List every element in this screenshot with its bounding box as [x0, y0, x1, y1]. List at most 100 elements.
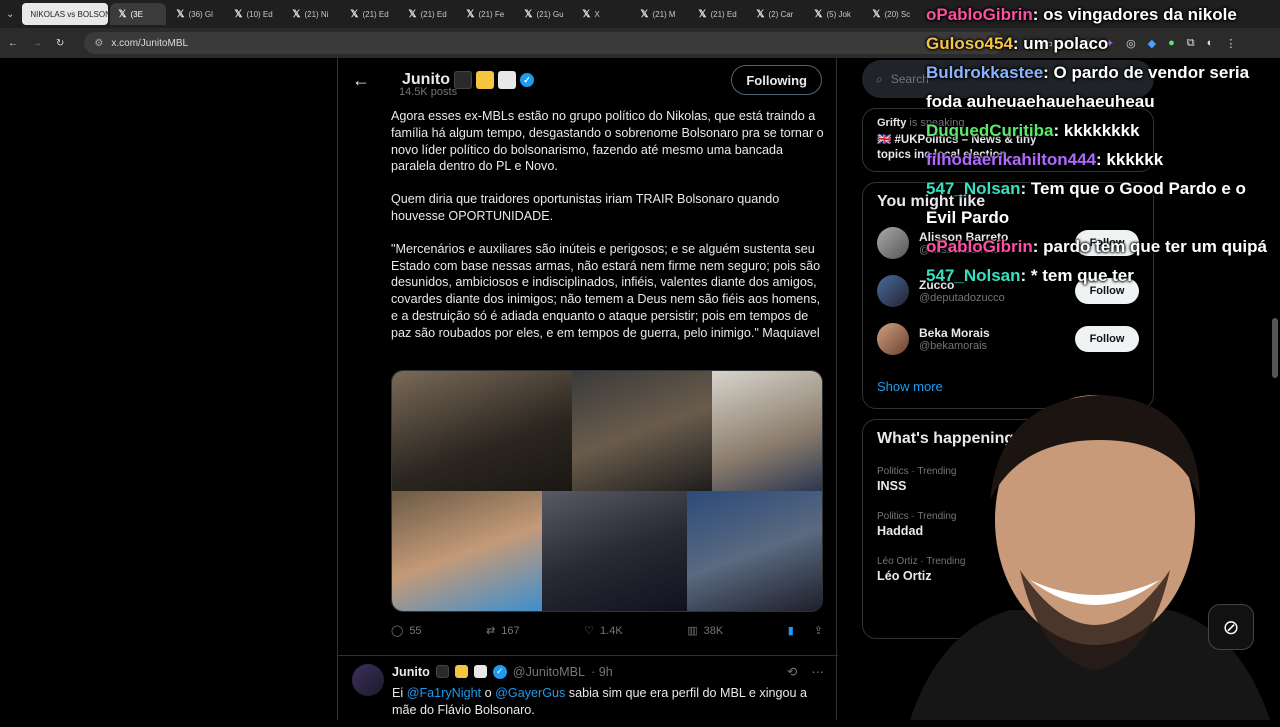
browser-tab[interactable]: 𝕏 (21) Ed — [400, 3, 456, 25]
profile-icon[interactable]: ◐ — [1207, 37, 1214, 50]
url-text: x.com/JunitoMBL — [111, 37, 189, 49]
browser-tab[interactable]: 𝕏 (2) Car — [748, 3, 804, 25]
main-column: ← Junito ✓ 14.5K posts Following Agora e… — [337, 58, 838, 720]
x-logo-icon: 𝕏 — [408, 8, 417, 20]
follow-button[interactable]: Follow — [1075, 278, 1139, 304]
x-logo-icon: 𝕏 — [524, 8, 533, 20]
browser-tab[interactable]: 𝕏 (21) Fe — [458, 3, 514, 25]
like-button[interactable]: ♡ 1.4K — [584, 624, 623, 638]
x-logo-icon: 𝕏 — [176, 8, 185, 20]
avatar[interactable] — [877, 227, 909, 259]
mention-link[interactable]: @GayerGus — [495, 686, 565, 700]
follow-button[interactable]: Follow — [1075, 326, 1139, 352]
x-logo-icon: 𝕏 — [640, 8, 649, 20]
repost-icon: ⇄ — [486, 625, 496, 637]
bookmark-star-icon[interactable]: ☆ — [1083, 37, 1093, 50]
extension-icon[interactable]: ◆ — [1148, 37, 1156, 50]
views-button[interactable]: ▥ 38K — [687, 624, 723, 638]
heart-icon: ♡ — [584, 625, 595, 637]
url-field[interactable]: ⚙ x.com/JunitoMBL — [84, 32, 1005, 54]
extension-icon[interactable]: ✦ — [1105, 37, 1114, 50]
tab-search-icon[interactable]: ⌄ — [6, 9, 14, 20]
following-button[interactable]: Following — [731, 65, 822, 95]
search-input[interactable]: ⌕ Search — [862, 60, 1154, 98]
x-logo-icon: 𝕏 — [234, 8, 243, 20]
grok-icon[interactable]: ⊘ — [1208, 604, 1254, 650]
follow-button[interactable]: Follow — [1075, 230, 1139, 256]
photo-tile — [687, 491, 822, 611]
x-logo-icon: 𝕏 — [756, 8, 765, 20]
avatar[interactable] — [877, 323, 909, 355]
x-logo-icon: 𝕏 — [466, 8, 475, 20]
browser-tab[interactable]: 𝕏 (21) Gu — [516, 3, 572, 25]
x-logo-icon: 𝕏 — [698, 8, 707, 20]
tweet-paragraph: Agora esses ex-MBLs estão no grupo polít… — [391, 109, 824, 174]
suggestion-row[interactable]: Zucco @deputadozucco Follow — [877, 275, 1139, 307]
profile-header: ← Junito ✓ 14.5K posts Following — [338, 58, 836, 102]
emoji-yellow-square — [476, 71, 494, 89]
x-logo-icon: 𝕏 — [350, 8, 359, 20]
more-icon[interactable]: ⋯ — [811, 664, 824, 679]
browser-tab[interactable]: 𝕏 (3E — [110, 3, 167, 25]
cast-icon[interactable]: ▭ — [1042, 37, 1052, 50]
emoji-white-square — [498, 71, 516, 89]
verified-badge-icon: ✓ — [520, 73, 534, 87]
browser-tab[interactable]: 𝕏 (20) Sc — [864, 3, 920, 25]
tab-group-label[interactable]: NIKOLAS vs BOLSONA — [22, 3, 109, 25]
who-to-follow-card: You might like Alisson Barreto @alissonba… — [862, 182, 1154, 409]
post-count: 14.5K posts — [399, 86, 458, 98]
reply-text: Ei @Fa1ryNight o @GayerGus sabia sim que… — [392, 686, 808, 717]
browser-tab[interactable]: 𝕏 (5) Jok — [806, 3, 862, 25]
extension-bar: ▭ ⌕ ☆ ✦ ◎ ◆ ● ⧉ ◐ ⋮ — [1042, 37, 1236, 50]
reply-icon: ◯ — [391, 625, 404, 637]
reload-icon[interactable]: ↻ — [56, 38, 64, 49]
emoji-yellow-square — [454, 665, 468, 678]
photo-tile — [392, 491, 542, 611]
tweet-photo-collage[interactable] — [391, 370, 823, 612]
browser-tab[interactable]: 𝕏 (10) Ed — [226, 3, 282, 25]
reply-header: Junito ✓ @JunitoMBL · 9h ⟲ ⋯ — [392, 664, 824, 679]
browser-tab[interactable]: 𝕏 (21) Ed — [690, 3, 746, 25]
browser-tab[interactable]: 𝕏X — [574, 3, 630, 25]
zoom-icon[interactable]: ⌕ — [1065, 37, 1071, 50]
tweet-paragraph: Quem diria que traidores oportunistas ir… — [391, 192, 780, 223]
avatar[interactable] — [352, 664, 384, 696]
back-icon[interactable]: ← — [8, 38, 18, 49]
menu-icon[interactable]: ⋮ — [1225, 37, 1236, 50]
photo-tile — [542, 491, 687, 611]
back-arrow-icon[interactable]: ← — [352, 70, 384, 91]
tweet-text: Agora esses ex-MBLs estão no grupo polít… — [391, 108, 827, 358]
scrollbar[interactable] — [1272, 318, 1278, 378]
suggestion-row[interactable]: Beka Morais @bekamorais Follow — [877, 323, 1139, 355]
tweet-paragraph: "Mercenários e auxiliares são inúteis e … — [391, 241, 821, 340]
browser-tab[interactable]: 𝕏 (21) Ni — [284, 3, 340, 25]
extension-icon[interactable]: ● — [1168, 37, 1175, 50]
photo-tile — [712, 371, 822, 491]
avatar[interactable] — [877, 275, 909, 307]
site-info-icon[interactable]: ⚙ — [94, 38, 103, 49]
browser-tab[interactable]: 𝕏 (21) M — [632, 3, 688, 25]
tweet-actions: ◯ 55 ⇄ 167 ♡ 1.4K ▥ 38K ▮ ⇪ — [391, 624, 823, 638]
x-logo-icon: 𝕏 — [872, 8, 881, 20]
bookmark-button[interactable]: ▮ ⇪ — [788, 624, 823, 637]
bookmark-icon: ▮ — [787, 625, 794, 637]
reply-tweet[interactable]: Junito ✓ @JunitoMBL · 9h ⟲ ⋯ Ei @Fa1ryNi… — [338, 655, 838, 727]
repost-button[interactable]: ⇄ 167 — [486, 624, 520, 638]
webcam-overlay — [910, 395, 1270, 720]
x-logo-icon: 𝕏 — [292, 8, 301, 20]
verified-badge-icon: ✓ — [492, 664, 507, 679]
browser-tab[interactable]: 𝕏 (36) Gl — [168, 3, 224, 25]
puzzle-icon[interactable]: ⧉ — [1187, 37, 1195, 50]
browser-tab-strip: ⌄ NIKOLAS vs BOLSONA 𝕏 (3E 𝕏 (36) Gl 𝕏 (10) Ed… — [0, 0, 1280, 28]
mention-link[interactable]: @Fa1ryNight — [407, 686, 481, 700]
reply-button[interactable]: ◯ 55 — [391, 624, 422, 638]
share-icon[interactable]: ⇪ — [814, 624, 823, 637]
grok-icon[interactable]: ⟲ — [787, 664, 798, 679]
browser-tab[interactable]: 𝕏 (21) Ed — [342, 3, 398, 25]
spaces-card[interactable]: Grifty is speaking 🇬🇧 #UKPolitics – News… — [862, 108, 1154, 172]
suggestion-row[interactable]: Alisson Barreto @alissonbarreto Follow — [877, 227, 1139, 259]
photo-tile — [392, 371, 572, 491]
forward-icon[interactable]: → — [32, 38, 42, 49]
x-logo-icon: 𝕏 — [118, 8, 127, 20]
extension-icon[interactable]: ◎ — [1126, 37, 1136, 50]
